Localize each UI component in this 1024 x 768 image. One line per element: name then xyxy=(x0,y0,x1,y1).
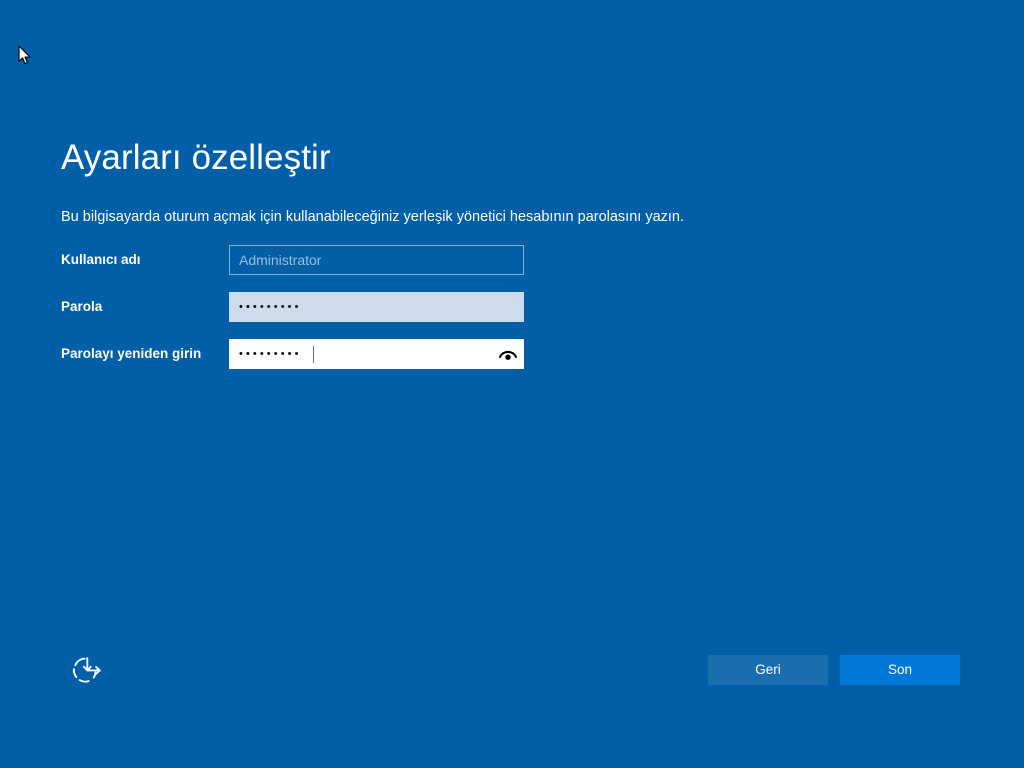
setup-screen: Ayarları özelleştir Bu bilgisayarda otur… xyxy=(0,0,1024,768)
finish-button[interactable]: Son xyxy=(840,655,960,685)
confirm-password-label: Parolayı yeniden girin xyxy=(61,346,202,361)
form-row-confirm-password: Parolayı yeniden girin ••••••••• xyxy=(61,339,531,369)
form-row-username: Kullanıcı adı Administrator xyxy=(61,245,531,275)
text-caret xyxy=(313,346,314,363)
eye-icon[interactable] xyxy=(495,342,521,366)
page-subtitle: Bu bilgisayarda oturum açmak için kullan… xyxy=(61,209,685,225)
form-row-password: Parola ••••••••• xyxy=(61,292,531,322)
username-input[interactable]: Administrator xyxy=(229,245,524,275)
confirm-password-masked-value: ••••••••• xyxy=(239,348,302,360)
back-button[interactable]: Geri xyxy=(708,655,828,685)
password-input[interactable]: ••••••••• xyxy=(229,292,524,322)
password-label: Parola xyxy=(61,299,103,314)
username-label: Kullanıcı adı xyxy=(61,252,141,267)
confirm-password-input[interactable]: ••••••••• xyxy=(229,339,524,369)
page-title: Ayarları özelleştir xyxy=(61,138,331,177)
password-masked-value: ••••••••• xyxy=(239,301,302,313)
ease-of-access-icon[interactable] xyxy=(68,653,106,687)
mouse-arrow-cursor xyxy=(18,45,32,66)
account-setup-form: Kullanıcı adı Administrator Parola •••••… xyxy=(61,245,531,386)
username-placeholder: Administrator xyxy=(239,252,322,268)
